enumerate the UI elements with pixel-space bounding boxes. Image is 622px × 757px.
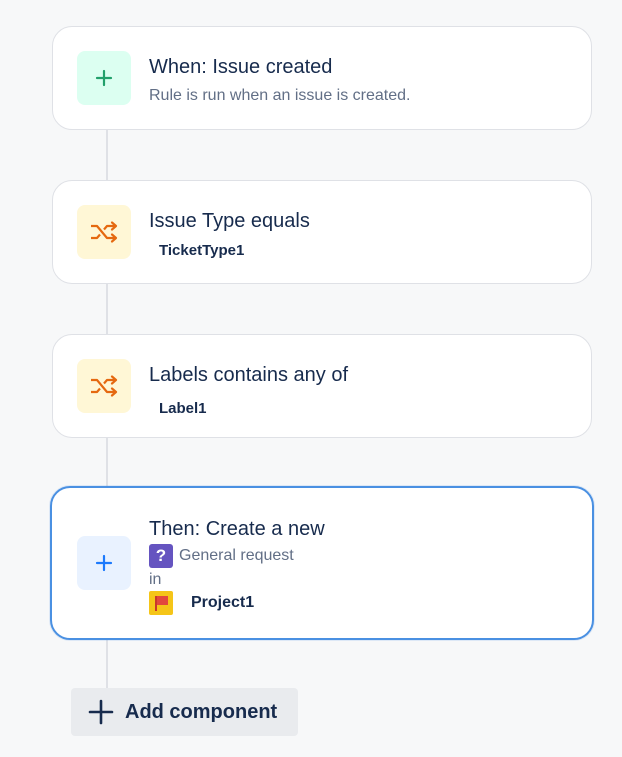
trigger-title: When: Issue created bbox=[149, 56, 333, 78]
condition-icon-box bbox=[77, 205, 131, 259]
question-icon: ? bbox=[149, 544, 173, 568]
add-component-label: Add component bbox=[125, 700, 278, 723]
issue-type-label: General request bbox=[179, 547, 294, 564]
rule-canvas: When: Issue created Rule is run when an … bbox=[0, 0, 622, 757]
action-icon-box bbox=[77, 536, 131, 590]
action-title: Then: Create a new bbox=[149, 518, 325, 540]
condition-title: Labels contains any of bbox=[149, 364, 349, 386]
trigger-card[interactable]: When: Issue created Rule is run when an … bbox=[52, 26, 592, 130]
project-name: Project1 bbox=[191, 594, 255, 611]
plus-icon bbox=[87, 698, 115, 726]
add-component-button[interactable]: Add component bbox=[71, 688, 298, 736]
condition-title: Issue Type equals bbox=[149, 210, 310, 232]
condition-issue-type-card[interactable]: Issue Type equals TicketType1 bbox=[52, 180, 592, 284]
in-label: in bbox=[149, 571, 162, 588]
action-card[interactable]: Then: Create a new ? General request in … bbox=[50, 486, 594, 640]
project-avatar-icon bbox=[149, 591, 173, 615]
condition-value: TicketType1 bbox=[159, 242, 245, 259]
connector-line bbox=[106, 438, 108, 486]
action-project: Project1 bbox=[149, 591, 254, 615]
plus-icon bbox=[95, 554, 113, 572]
trigger-description: Rule is run when an issue is created. bbox=[149, 87, 411, 104]
condition-value: Label1 bbox=[159, 400, 207, 417]
trigger-icon-box bbox=[77, 51, 131, 105]
action-issue-type: ? General request bbox=[149, 544, 294, 568]
connector-line bbox=[106, 284, 108, 334]
condition-labels-card[interactable]: Labels contains any of Label1 bbox=[52, 334, 592, 438]
plus-icon bbox=[95, 69, 113, 87]
connector-line bbox=[106, 640, 108, 688]
connector-line bbox=[106, 130, 108, 180]
condition-icon-box bbox=[77, 359, 131, 413]
shuffle-icon bbox=[91, 221, 118, 243]
shuffle-icon bbox=[91, 375, 118, 397]
